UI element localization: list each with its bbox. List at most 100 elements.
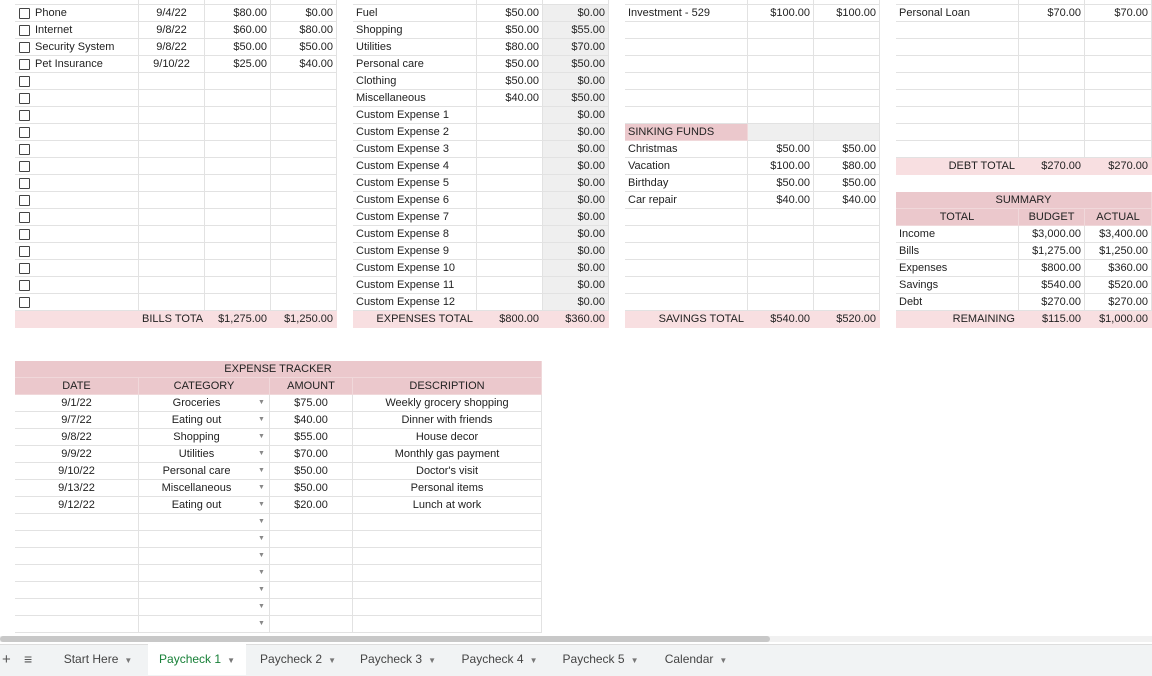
bill-name-cell[interactable]: Internet [15,22,139,39]
savings-actual-cell[interactable] [814,107,880,124]
expense-budget-cell[interactable]: $50.00 [477,22,543,39]
expense-actual-cell[interactable]: $70.00 [543,39,609,56]
bill-actual-cell[interactable]: $40.00 [271,56,337,73]
savings-actual-cell[interactable] [814,90,880,107]
bill-paid-checkbox[interactable] [19,76,30,87]
expense-name-cell[interactable]: Fuel [353,5,477,22]
expense-name-cell[interactable]: Custom Expense 11 [353,277,477,294]
sinking-funds-header-name-cell[interactable]: SINKING FUNDS [625,124,748,141]
bill-date-cell[interactable] [139,277,205,294]
bill-name-cell[interactable] [15,90,139,107]
expense-name-cell[interactable]: Utilities [353,39,477,56]
tracker-amount-cell[interactable] [270,531,353,548]
dropdown-arrow-icon[interactable]: ▼ [258,433,265,440]
tracker-category-dropdown[interactable] [139,565,270,582]
bill-paid-checkbox[interactable] [19,93,30,104]
tracker-description-cell[interactable] [353,599,542,616]
sinking-fund-actual-cell[interactable]: $40.00 [814,192,880,209]
add-sheet-button[interactable]: + [2,644,12,675]
expense-actual-cell[interactable]: $0.00 [543,260,609,277]
bill-budget-cell[interactable] [205,243,271,260]
expense-actual-cell[interactable]: $0.00 [543,294,609,311]
bill-date-cell[interactable]: 9/4/22 [139,5,205,22]
tracker-description-cell[interactable] [353,531,542,548]
tracker-category-dropdown[interactable] [139,616,270,633]
expense-budget-cell[interactable] [477,209,543,226]
bill-date-cell[interactable] [139,294,205,311]
tracker-amount-cell[interactable] [270,599,353,616]
tracker-description-cell[interactable] [353,548,542,565]
expense-budget-cell[interactable] [477,107,543,124]
tracker-date-cell[interactable] [15,514,139,531]
bill-budget-cell[interactable] [205,277,271,294]
tab-menu-caret-icon[interactable]: ▼ [328,656,336,665]
bill-actual-cell[interactable] [271,260,337,277]
bill-name-cell[interactable] [15,209,139,226]
savings-budget-cell[interactable] [748,39,814,56]
dropdown-arrow-icon[interactable]: ▼ [258,586,265,593]
bill-budget-cell[interactable] [205,175,271,192]
savings-actual-cell[interactable] [814,56,880,73]
tab-menu-caret-icon[interactable]: ▼ [719,656,727,665]
bill-date-cell[interactable] [139,73,205,90]
tracker-date-cell[interactable] [15,531,139,548]
tracker-amount-cell[interactable]: $50.00 [270,480,353,497]
bill-paid-checkbox[interactable] [19,195,30,206]
debt-budget-cell[interactable] [1019,90,1085,107]
bill-name-cell[interactable]: Pet Insurance [15,56,139,73]
bill-paid-checkbox[interactable] [19,8,30,19]
expense-actual-cell[interactable]: $0.00 [543,175,609,192]
tracker-date-cell[interactable]: 9/8/22 [15,429,139,446]
savings-budget-cell[interactable] [748,294,814,311]
tracker-amount-cell[interactable]: $55.00 [270,429,353,446]
debt-budget-cell[interactable] [1019,124,1085,141]
bill-budget-cell[interactable]: $60.00 [205,22,271,39]
bill-date-cell[interactable]: 9/8/22 [139,22,205,39]
tracker-description-cell[interactable]: Doctor's visit [353,463,542,480]
tracker-amount-cell[interactable] [270,514,353,531]
expense-actual-cell[interactable]: $0.00 [543,124,609,141]
dropdown-arrow-icon[interactable]: ▼ [258,399,265,406]
debt-actual-cell[interactable] [1085,107,1152,124]
debt-name-cell[interactable] [896,141,1019,158]
sinking-fund-actual-cell[interactable]: $50.00 [814,141,880,158]
savings-budget-cell[interactable] [748,277,814,294]
bill-actual-cell[interactable] [271,107,337,124]
expense-budget-cell[interactable]: $40.00 [477,90,543,107]
tracker-category-dropdown[interactable]: Eating out [139,412,270,429]
bill-name-cell[interactable] [15,175,139,192]
bill-date-cell[interactable]: 9/10/22 [139,56,205,73]
expense-actual-cell[interactable]: $50.00 [543,56,609,73]
expense-actual-cell[interactable]: $50.00 [543,90,609,107]
expense-name-cell[interactable]: Miscellaneous [353,90,477,107]
debt-budget-cell[interactable] [1019,107,1085,124]
expense-budget-cell[interactable] [477,294,543,311]
expense-name-cell[interactable]: Personal care [353,56,477,73]
expense-name-cell[interactable]: Custom Expense 9 [353,243,477,260]
savings-name-cell[interactable] [625,294,748,311]
bill-paid-checkbox[interactable] [19,59,30,70]
tracker-description-cell[interactable] [353,582,542,599]
debt-budget-cell[interactable] [1019,56,1085,73]
debt-actual-cell[interactable]: $70.00 [1085,5,1152,22]
debt-name-cell[interactable] [896,90,1019,107]
expense-name-cell[interactable]: Custom Expense 5 [353,175,477,192]
tracker-category-dropdown[interactable]: Personal care [139,463,270,480]
tab-menu-caret-icon[interactable]: ▼ [428,656,436,665]
tracker-amount-cell[interactable] [270,616,353,633]
bill-budget-cell[interactable] [205,141,271,158]
bill-budget-cell[interactable] [205,124,271,141]
bill-date-cell[interactable] [139,158,205,175]
dropdown-arrow-icon[interactable]: ▼ [258,620,265,627]
dropdown-arrow-icon[interactable]: ▼ [258,569,265,576]
tracker-category-dropdown[interactable]: Shopping [139,429,270,446]
bill-date-cell[interactable] [139,107,205,124]
savings-name-cell[interactable] [625,39,748,56]
bill-paid-checkbox[interactable] [19,42,30,53]
sinking-funds-header-actual-cell[interactable] [814,124,880,141]
bill-paid-checkbox[interactable] [19,212,30,223]
dropdown-arrow-icon[interactable]: ▼ [258,552,265,559]
bill-paid-checkbox[interactable] [19,127,30,138]
expense-budget-cell[interactable] [477,141,543,158]
bill-budget-cell[interactable]: $50.00 [205,39,271,56]
